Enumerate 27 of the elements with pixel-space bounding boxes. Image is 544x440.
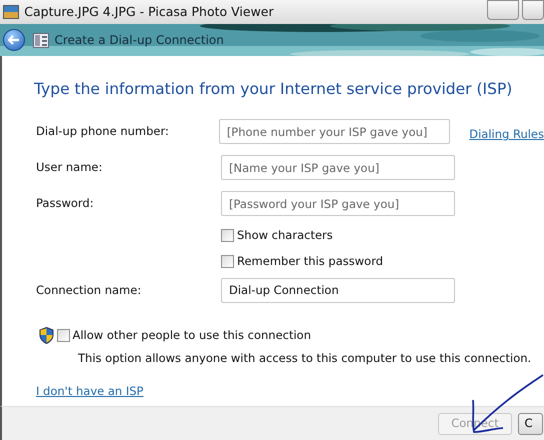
back-arrow-icon [8,35,20,45]
checkbox[interactable] [221,254,234,268]
description-text: This option allows anyone with access to this computer to use this connection. [77,350,532,367]
minimize-button[interactable] [487,0,520,20]
field-label: Password: [36,195,95,212]
input-field[interactable]: [Name your ISP gave you] [221,155,455,180]
checkbox-label: Allow other people to use this connection [72,326,311,344]
dialog-button[interactable]: C [518,412,542,434]
shield-icon [39,326,54,344]
page-heading: Type the information from your Internet service provider (ISP) [33,79,514,100]
checkbox[interactable] [56,328,70,342]
checkbox[interactable] [221,229,234,242]
field-label: Connection name: [36,282,142,299]
field-label: Dial-up phone number: [36,123,170,140]
wizard-title: Create a Dial-up Connection [54,32,224,49]
field-label: User name: [36,159,104,176]
app-icon [2,5,19,19]
input-field[interactable]: Dial-up Connection [221,278,455,303]
input-field[interactable]: [Phone number your ISP gave you] [218,119,450,144]
checkbox-label: Remember this password [237,252,384,270]
maximize-button[interactable] [522,0,544,20]
phone-icon [33,32,49,48]
link[interactable]: I don't have an ISP [36,384,144,398]
link[interactable]: Dialing Rules [469,126,544,144]
checkbox-label: Show characters [237,227,333,244]
input-field[interactable]: [Password your ISP gave you] [221,191,455,216]
window-title: Capture.JPG 4.JPG - Picasa Photo Viewer [24,2,274,21]
